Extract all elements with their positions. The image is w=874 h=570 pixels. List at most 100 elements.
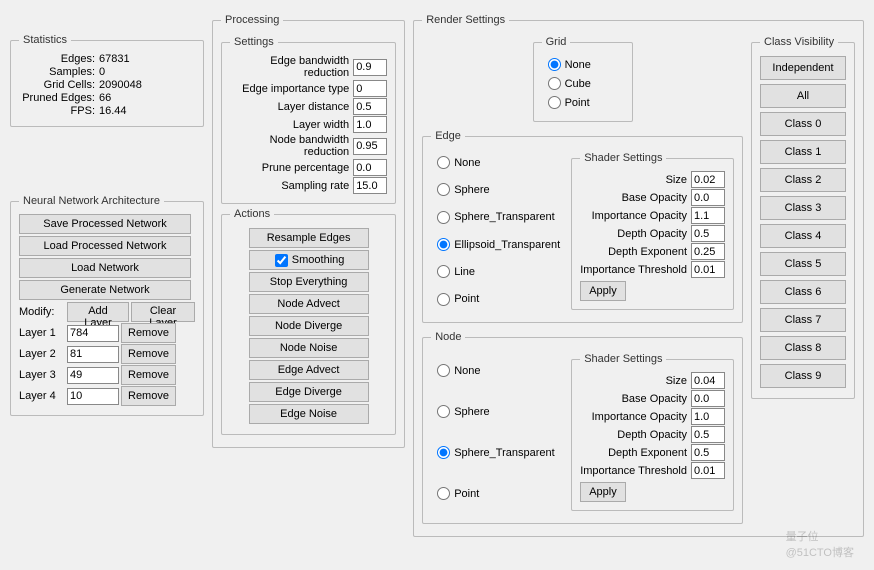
- grid-radio[interactable]: [548, 96, 561, 109]
- edge-diverge-button[interactable]: Edge Diverge: [249, 382, 369, 402]
- setting-input[interactable]: [353, 59, 387, 76]
- visibility-button[interactable]: All: [760, 84, 846, 108]
- node-apply-button[interactable]: Apply: [580, 482, 626, 502]
- edge-radio[interactable]: [437, 265, 450, 278]
- grid-option[interactable]: None: [546, 58, 620, 71]
- node-shader-input[interactable]: [691, 426, 725, 443]
- visibility-button[interactable]: Class 2: [760, 168, 846, 192]
- stat-row: FPS: 16.44: [19, 105, 195, 117]
- edge-radio[interactable]: [437, 293, 450, 306]
- edge-shader-input[interactable]: [691, 243, 725, 260]
- stop-everything-button[interactable]: Stop Everything: [249, 272, 369, 292]
- node-shader-row: Depth Exponent: [580, 444, 725, 461]
- remove-layer-button[interactable]: Remove: [121, 386, 176, 406]
- edge-shader-input[interactable]: [691, 189, 725, 206]
- edge-apply-button[interactable]: Apply: [580, 281, 626, 301]
- edge-option[interactable]: Line: [435, 265, 567, 278]
- visibility-button[interactable]: Independent: [760, 56, 846, 80]
- node-radio[interactable]: [437, 446, 450, 459]
- stat-label: Edges:: [19, 53, 99, 65]
- edge-radio[interactable]: [437, 156, 450, 169]
- node-radio[interactable]: [437, 364, 450, 377]
- grid-option[interactable]: Cube: [546, 77, 620, 90]
- node-shader-input[interactable]: [691, 408, 725, 425]
- visibility-button[interactable]: Class 8: [760, 336, 846, 360]
- generate-network-button[interactable]: Generate Network: [19, 280, 191, 300]
- visibility-button[interactable]: Class 0: [760, 112, 846, 136]
- visibility-button[interactable]: Class 4: [760, 224, 846, 248]
- setting-input[interactable]: [353, 98, 387, 115]
- grid-radio[interactable]: [548, 77, 561, 90]
- edge-shader-row: Importance Threshold: [580, 261, 725, 278]
- edge-shader-row: Depth Exponent: [580, 243, 725, 260]
- node-shader-row: Base Opacity: [580, 390, 725, 407]
- layer-value-input[interactable]: [67, 388, 119, 405]
- setting-row: Layer width: [230, 116, 387, 133]
- setting-input[interactable]: [353, 177, 387, 194]
- setting-label: Prune percentage: [230, 162, 353, 174]
- edge-shader-label: Depth Opacity: [580, 228, 691, 240]
- node-shader-input[interactable]: [691, 462, 725, 479]
- load-processed-network-button[interactable]: Load Processed Network: [19, 236, 191, 256]
- setting-input[interactable]: [353, 159, 387, 176]
- node-option[interactable]: Sphere_Transparent: [435, 446, 567, 459]
- node-option[interactable]: None: [435, 364, 567, 377]
- node-radio[interactable]: [437, 487, 450, 500]
- visibility-button[interactable]: Class 6: [760, 280, 846, 304]
- edge-radio[interactable]: [437, 238, 450, 251]
- setting-input[interactable]: [353, 80, 387, 97]
- node-shader-legend: Shader Settings: [580, 353, 666, 365]
- node-option-label: Sphere_Transparent: [454, 447, 555, 459]
- node-shader-input[interactable]: [691, 444, 725, 461]
- node-diverge-button[interactable]: Node Diverge: [249, 316, 369, 336]
- visibility-button[interactable]: Class 3: [760, 196, 846, 220]
- node-shader-input[interactable]: [691, 390, 725, 407]
- visibility-button[interactable]: Class 9: [760, 364, 846, 388]
- edge-shader-input[interactable]: [691, 171, 725, 188]
- setting-row: Layer distance: [230, 98, 387, 115]
- save-processed-network-button[interactable]: Save Processed Network: [19, 214, 191, 234]
- smoothing-checkbox[interactable]: [275, 254, 288, 267]
- smoothing-toggle[interactable]: Smoothing: [249, 250, 369, 270]
- edge-shader-input[interactable]: [691, 261, 725, 278]
- visibility-button[interactable]: Class 7: [760, 308, 846, 332]
- edge-option[interactable]: None: [435, 156, 567, 169]
- edge-option[interactable]: Sphere_Transparent: [435, 211, 567, 224]
- visibility-button[interactable]: Class 1: [760, 140, 846, 164]
- node-radio[interactable]: [437, 405, 450, 418]
- layer-value-input[interactable]: [67, 367, 119, 384]
- grid-option-label: Cube: [565, 78, 591, 90]
- edge-advect-button[interactable]: Edge Advect: [249, 360, 369, 380]
- node-advect-button[interactable]: Node Advect: [249, 294, 369, 314]
- edge-shader-input[interactable]: [691, 207, 725, 224]
- edge-option[interactable]: Point: [435, 293, 567, 306]
- edge-shader-input[interactable]: [691, 225, 725, 242]
- layer-value-input[interactable]: [67, 346, 119, 363]
- node-option[interactable]: Point: [435, 487, 567, 500]
- edge-radio[interactable]: [437, 183, 450, 196]
- node-noise-button[interactable]: Node Noise: [249, 338, 369, 358]
- grid-legend: Grid: [542, 36, 571, 48]
- edge-radio[interactable]: [437, 211, 450, 224]
- node-option[interactable]: Sphere: [435, 405, 567, 418]
- remove-layer-button[interactable]: Remove: [121, 323, 176, 343]
- clear-layer-button[interactable]: Clear Layer: [131, 302, 195, 322]
- edge-noise-button[interactable]: Edge Noise: [249, 404, 369, 424]
- setting-input[interactable]: [353, 138, 387, 155]
- grid-radio[interactable]: [548, 58, 561, 71]
- add-layer-button[interactable]: Add Layer: [67, 302, 129, 322]
- grid-option[interactable]: Point: [546, 96, 620, 109]
- remove-layer-button[interactable]: Remove: [121, 344, 176, 364]
- remove-layer-button[interactable]: Remove: [121, 365, 176, 385]
- layer-value-input[interactable]: [67, 325, 119, 342]
- load-network-button[interactable]: Load Network: [19, 258, 191, 278]
- node-option-label: Sphere: [454, 406, 489, 418]
- node-shader-input[interactable]: [691, 372, 725, 389]
- setting-input[interactable]: [353, 116, 387, 133]
- layer-label: Layer 4: [19, 390, 65, 402]
- resample-edges-button[interactable]: Resample Edges: [249, 228, 369, 248]
- visibility-button[interactable]: Class 5: [760, 252, 846, 276]
- edge-option[interactable]: Sphere: [435, 183, 567, 196]
- edge-option[interactable]: Ellipsoid_Transparent: [435, 238, 567, 251]
- setting-label: Layer width: [230, 119, 353, 131]
